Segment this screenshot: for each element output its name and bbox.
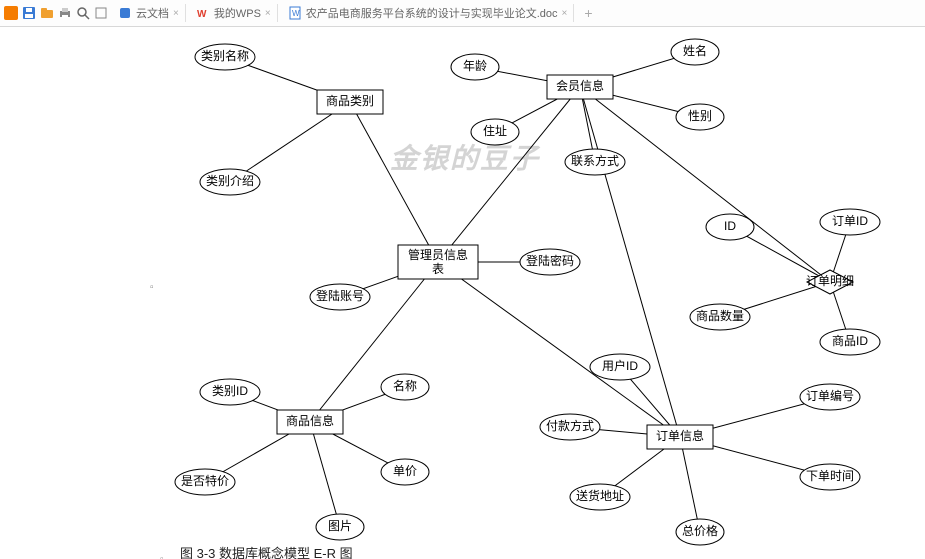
svg-text:姓名: 姓名 — [683, 43, 707, 58]
svg-text:单价: 单价 — [393, 464, 417, 478]
entity-edge — [438, 87, 580, 262]
close-icon[interactable]: × — [173, 8, 179, 19]
svg-text:总价格: 总价格 — [682, 523, 718, 538]
tab-my-wps[interactable]: W 我的WPS × — [190, 4, 278, 22]
svg-text:类别介绍: 类别介绍 — [206, 174, 254, 188]
svg-text:商品信息: 商品信息 — [286, 413, 334, 428]
entity-edge — [580, 87, 680, 437]
svg-text:商品ID: 商品ID — [832, 333, 868, 348]
tab-document[interactable]: W 农产品电商服务平台系统的设计与实现毕业论文.doc × — [282, 4, 575, 22]
misc-icon[interactable] — [94, 6, 108, 20]
open-icon[interactable] — [40, 6, 54, 20]
svg-text:ID: ID — [724, 219, 736, 233]
tab-label: 云文档 — [136, 5, 169, 21]
svg-text:订单编号: 订单编号 — [806, 388, 854, 403]
svg-text:住址: 住址 — [483, 124, 507, 138]
svg-text:名称: 名称 — [393, 378, 417, 393]
svg-text:是否特价: 是否特价 — [181, 473, 229, 488]
tab-label: 我的WPS — [214, 5, 261, 21]
svg-text:图片: 图片 — [328, 519, 352, 533]
close-icon[interactable]: × — [265, 8, 271, 19]
svg-text:W: W — [197, 9, 207, 20]
tab-bar: 云文档 × W 我的WPS × W 农产品电商服务平台系统的设计与实现毕业论文.… — [0, 0, 925, 27]
svg-text:下单时间: 下单时间 — [806, 469, 854, 483]
svg-text:订单ID: 订单ID — [832, 214, 868, 228]
svg-text:商品数量: 商品数量 — [696, 308, 744, 323]
tab-cloud-docs[interactable]: 云文档 × — [112, 4, 186, 22]
add-tab-button[interactable]: + — [578, 5, 598, 21]
entity-edge — [350, 102, 438, 262]
svg-text:付款方式: 付款方式 — [546, 418, 594, 433]
svg-text:管理员信息: 管理员信息 — [408, 247, 468, 262]
document-page: 金银的豆子 ▫ ▫ 商品类别会员信息管理员信息表商品信息订单信息订单明细类别名称… — [0, 27, 925, 559]
doc-icon: W — [288, 6, 302, 20]
svg-text:订单信息: 订单信息 — [656, 428, 704, 443]
close-icon[interactable]: × — [562, 8, 568, 19]
svg-text:订单明细: 订单明细 — [806, 274, 854, 288]
svg-text:W: W — [292, 9, 300, 18]
attr-edge — [680, 437, 700, 532]
svg-text:性别: 性别 — [688, 109, 712, 123]
entity-edge — [438, 262, 680, 437]
svg-text:类别ID: 类别ID — [212, 384, 248, 398]
svg-text:登陆密码: 登陆密码 — [526, 253, 574, 268]
wps-icon: W — [196, 6, 210, 20]
svg-text:送货地址: 送货地址 — [576, 488, 624, 503]
cloud-icon — [118, 6, 132, 20]
figure-caption: 图 3-3 数据库概念模型 E-R 图 — [180, 543, 353, 559]
svg-text:用户ID: 用户ID — [602, 358, 638, 373]
tab-label: 农产品电商服务平台系统的设计与实现毕业论文.doc — [306, 5, 558, 21]
svg-text:年龄: 年龄 — [463, 59, 487, 73]
save-icon[interactable] — [22, 6, 36, 20]
svg-text:类别名称: 类别名称 — [201, 48, 249, 63]
preview-icon[interactable] — [76, 6, 90, 20]
print-icon[interactable] — [58, 6, 72, 20]
er-diagram: 商品类别 会员信息管理员信息表商品信息订单信息 订单明细 类别名称类别介绍 年龄 姓名性别… — [0, 27, 925, 559]
svg-text:联系方式: 联系方式 — [571, 153, 619, 168]
app-icon-1 — [4, 6, 18, 20]
svg-text:登陆账号: 登陆账号 — [316, 288, 364, 303]
svg-text:会员信息: 会员信息 — [556, 78, 604, 93]
attr-edge — [310, 422, 340, 527]
svg-text:表: 表 — [432, 262, 444, 276]
svg-text:商品类别: 商品类别 — [326, 93, 374, 108]
